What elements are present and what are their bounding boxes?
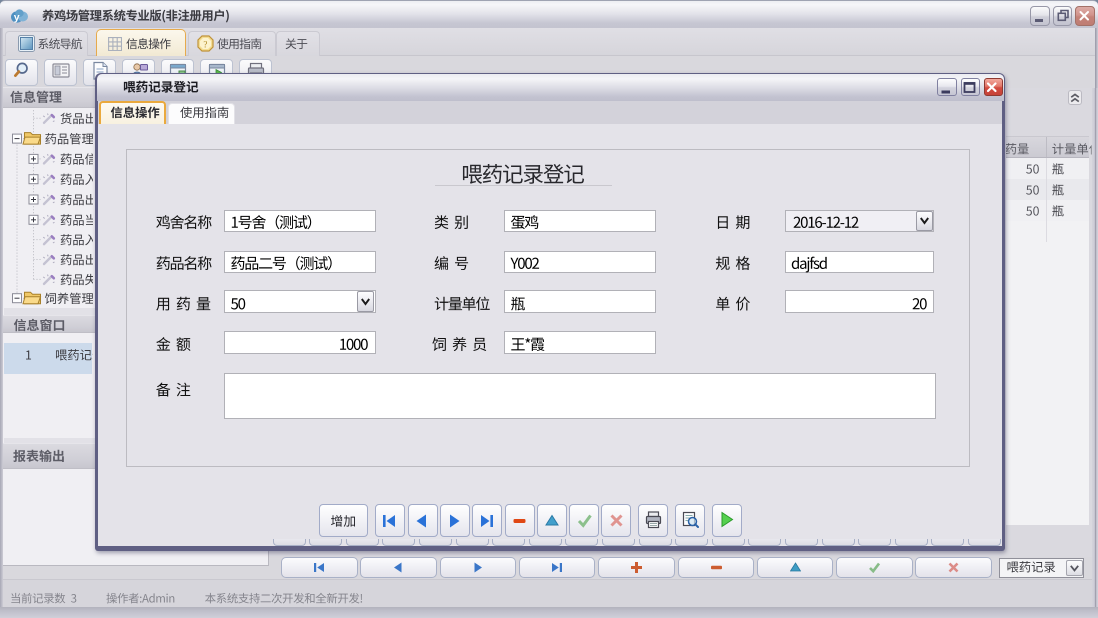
svg-text:y: y: [13, 11, 19, 23]
svg-text:?: ?: [203, 40, 207, 50]
